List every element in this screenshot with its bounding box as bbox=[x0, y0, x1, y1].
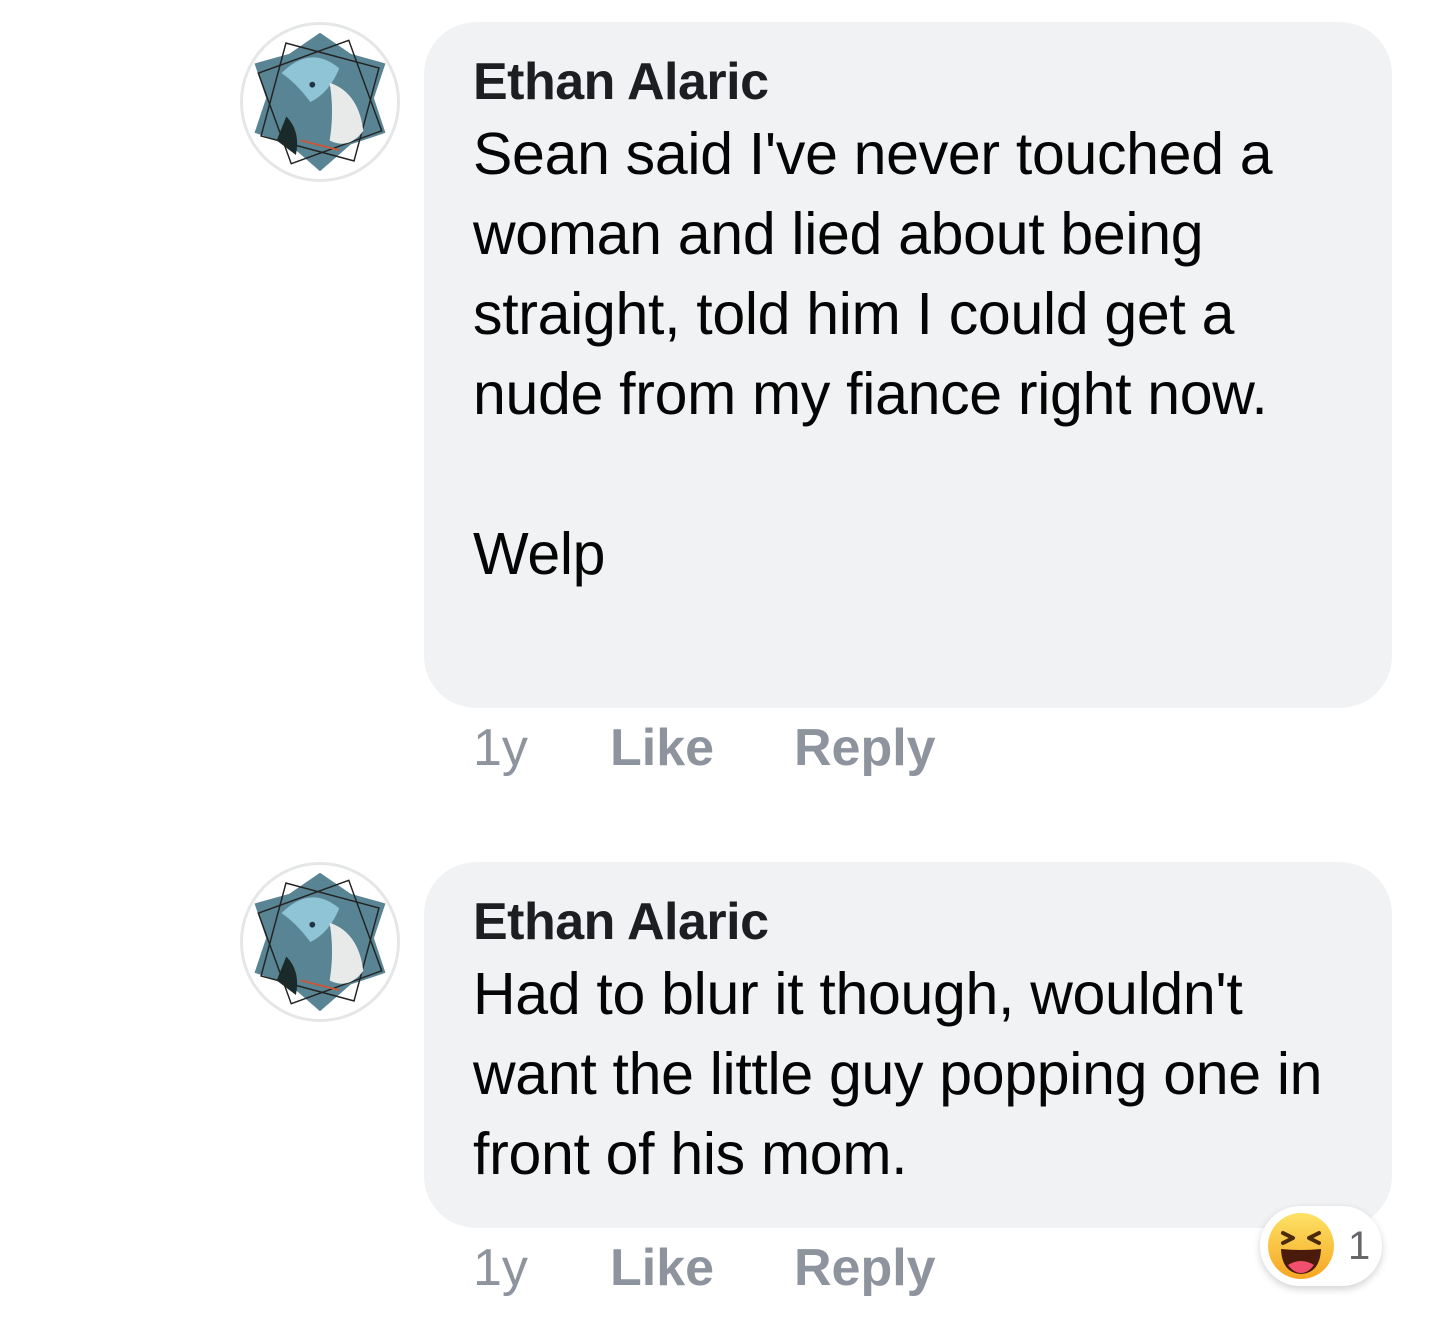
timestamp[interactable]: 1y bbox=[473, 1238, 610, 1298]
avatar[interactable] bbox=[240, 22, 400, 182]
comment-bubble: Ethan Alaric Had to blur it though, woul… bbox=[424, 862, 1392, 1228]
comment-actions: 1y Like Reply bbox=[473, 708, 936, 788]
timestamp[interactable]: 1y bbox=[473, 718, 610, 778]
like-button[interactable]: Like bbox=[610, 1238, 794, 1298]
haha-reaction-icon bbox=[1266, 1211, 1336, 1281]
avatar[interactable] bbox=[240, 862, 400, 1022]
reply-button[interactable]: Reply bbox=[794, 1238, 936, 1298]
comment-actions: 1y Like Reply bbox=[473, 1228, 936, 1308]
reaction-count: 1 bbox=[1348, 1223, 1371, 1268]
comment-bubble: Ethan Alaric Sean said I've never touche… bbox=[424, 22, 1392, 708]
author-name[interactable]: Ethan Alaric bbox=[473, 52, 1344, 112]
reply-button[interactable]: Reply bbox=[794, 718, 936, 778]
author-name[interactable]: Ethan Alaric bbox=[473, 892, 1344, 952]
reaction-summary[interactable]: 1 bbox=[1260, 1206, 1382, 1286]
avatar-image bbox=[243, 25, 397, 179]
comment-text: Had to blur it though, wouldn't want the… bbox=[473, 961, 1339, 1187]
avatar-image bbox=[243, 865, 397, 1019]
comment-text: Sean said I've never touched a woman and… bbox=[473, 121, 1273, 587]
like-button[interactable]: Like bbox=[610, 718, 794, 778]
